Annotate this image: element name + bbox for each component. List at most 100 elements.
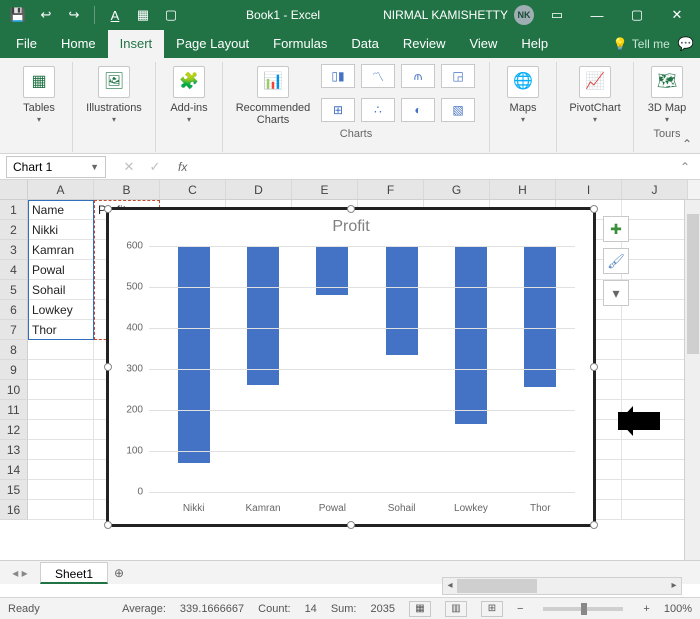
- chart-filter-button[interactable]: ▾: [603, 280, 629, 306]
- column-chart-icon[interactable]: ▯▮: [321, 64, 355, 88]
- col-B[interactable]: B: [94, 180, 160, 199]
- tab-help[interactable]: Help: [509, 30, 560, 58]
- pie-chart-icon[interactable]: ◐: [401, 98, 435, 122]
- col-C[interactable]: C: [160, 180, 226, 199]
- cell[interactable]: [28, 440, 94, 460]
- undo-button[interactable]: ↩: [34, 4, 58, 26]
- col-F[interactable]: F: [358, 180, 424, 199]
- scroll-left-icon[interactable]: ◂: [443, 578, 457, 594]
- share-icon[interactable]: 💬: [678, 36, 694, 52]
- chart-title[interactable]: Profit: [109, 210, 593, 240]
- embedded-chart[interactable]: Profit NikkiKamranPowalSohailLowkeyThor …: [106, 207, 596, 527]
- new-sheet-button[interactable]: ⊕: [108, 566, 130, 580]
- collapse-ribbon-icon[interactable]: ⌃: [682, 137, 692, 151]
- save-icon[interactable]: 💾: [6, 4, 30, 26]
- row-header[interactable]: 3: [0, 240, 28, 260]
- row-header[interactable]: 4: [0, 260, 28, 280]
- cell[interactable]: [28, 360, 94, 380]
- tab-insert[interactable]: Insert: [108, 30, 165, 58]
- horizontal-scrollbar[interactable]: ◂ ▸: [442, 577, 682, 595]
- tab-data[interactable]: Data: [339, 30, 390, 58]
- col-I[interactable]: I: [556, 180, 622, 199]
- combo-chart-icon[interactable]: ⫙: [401, 64, 435, 88]
- close-button[interactable]: ✕: [660, 0, 694, 30]
- fill-color-icon[interactable]: ▢: [159, 4, 183, 26]
- scroll-thumb[interactable]: [687, 214, 699, 354]
- surface-chart-icon[interactable]: ▧: [441, 98, 475, 122]
- bar[interactable]: [524, 246, 556, 387]
- user-avatar[interactable]: NK: [514, 5, 534, 25]
- sheet-tab-sheet1[interactable]: Sheet1: [40, 562, 108, 584]
- cell[interactable]: [622, 360, 688, 380]
- 3dmap-button[interactable]: 🗺 3D Map ▾: [642, 64, 692, 126]
- cell[interactable]: Powal: [28, 260, 94, 280]
- row-header[interactable]: 1: [0, 200, 28, 220]
- sheet-nav[interactable]: ◂ ▸: [0, 566, 40, 580]
- row-header[interactable]: 12: [0, 420, 28, 440]
- hierarchy-chart-icon[interactable]: ◲: [441, 64, 475, 88]
- borders-icon[interactable]: ▦: [131, 4, 155, 26]
- expand-formula-bar-icon[interactable]: ⌃: [670, 160, 700, 174]
- cell[interactable]: [28, 460, 94, 480]
- cell[interactable]: [622, 440, 688, 460]
- col-J[interactable]: J: [622, 180, 688, 199]
- row-header[interactable]: 8: [0, 340, 28, 360]
- formula-input[interactable]: [193, 160, 670, 174]
- scatter-chart-icon[interactable]: ∴: [361, 98, 395, 122]
- enter-formula-icon[interactable]: ✓: [146, 159, 164, 175]
- tell-me[interactable]: 💡 Tell me: [613, 37, 670, 51]
- scroll-right-icon[interactable]: ▸: [667, 578, 681, 594]
- maximize-button[interactable]: ▢: [620, 0, 654, 30]
- tab-formulas[interactable]: Formulas: [261, 30, 339, 58]
- cell[interactable]: [28, 340, 94, 360]
- cell[interactable]: [28, 480, 94, 500]
- row-header[interactable]: 6: [0, 300, 28, 320]
- zoom-out-button[interactable]: −: [517, 603, 523, 615]
- cancel-formula-icon[interactable]: ✕: [120, 159, 138, 175]
- cell[interactable]: [622, 280, 688, 300]
- minimize-button[interactable]: —: [580, 0, 614, 30]
- cell[interactable]: [28, 420, 94, 440]
- row-header[interactable]: 15: [0, 480, 28, 500]
- redo-button[interactable]: ↪: [62, 4, 86, 26]
- zoom-knob[interactable]: [581, 603, 587, 615]
- addins-button[interactable]: 🧩 Add-ins ▾: [164, 64, 214, 126]
- cell[interactable]: [28, 400, 94, 420]
- illustrations-button[interactable]: 🖼 Illustrations ▾: [81, 64, 147, 126]
- row-header[interactable]: 7: [0, 320, 28, 340]
- plot-area[interactable]: NikkiKamranPowalSohailLowkeyThor 0100200…: [149, 246, 575, 492]
- cell[interactable]: Sohail: [28, 280, 94, 300]
- page-break-view-button[interactable]: ⊞: [481, 601, 503, 617]
- chart-elements-button[interactable]: ✚: [603, 216, 629, 242]
- row-header[interactable]: 10: [0, 380, 28, 400]
- cell[interactable]: [622, 480, 688, 500]
- cell[interactable]: [622, 220, 688, 240]
- col-H[interactable]: H: [490, 180, 556, 199]
- cell[interactable]: [622, 340, 688, 360]
- name-box[interactable]: Chart 1 ▼: [6, 156, 106, 178]
- col-A[interactable]: A: [28, 180, 94, 199]
- ribbon-display-icon[interactable]: ▭: [540, 0, 574, 30]
- worksheet[interactable]: A B C D E F G H I J 1NameProfit2Nikki3Ka…: [0, 180, 700, 560]
- cell[interactable]: Thor: [28, 320, 94, 340]
- cell[interactable]: Lowkey: [28, 300, 94, 320]
- tab-page-layout[interactable]: Page Layout: [164, 30, 261, 58]
- select-all-triangle[interactable]: [0, 180, 28, 199]
- col-D[interactable]: D: [226, 180, 292, 199]
- row-header[interactable]: 13: [0, 440, 28, 460]
- cell[interactable]: [622, 200, 688, 220]
- row-header[interactable]: 14: [0, 460, 28, 480]
- vertical-scrollbar[interactable]: [684, 200, 700, 560]
- bar[interactable]: [386, 246, 418, 355]
- fx-icon[interactable]: fx: [172, 160, 187, 174]
- bar[interactable]: [247, 246, 279, 385]
- tab-file[interactable]: File: [4, 30, 49, 58]
- pivotchart-button[interactable]: 📈 PivotChart ▾: [565, 64, 625, 126]
- tab-home[interactable]: Home: [49, 30, 108, 58]
- cell[interactable]: [622, 260, 688, 280]
- maps-button[interactable]: 🌐 Maps ▾: [498, 64, 548, 126]
- recommended-charts-button[interactable]: 📊 Recommended Charts: [231, 64, 315, 126]
- cell[interactable]: [28, 380, 94, 400]
- tab-view[interactable]: View: [457, 30, 509, 58]
- cell[interactable]: [28, 500, 94, 520]
